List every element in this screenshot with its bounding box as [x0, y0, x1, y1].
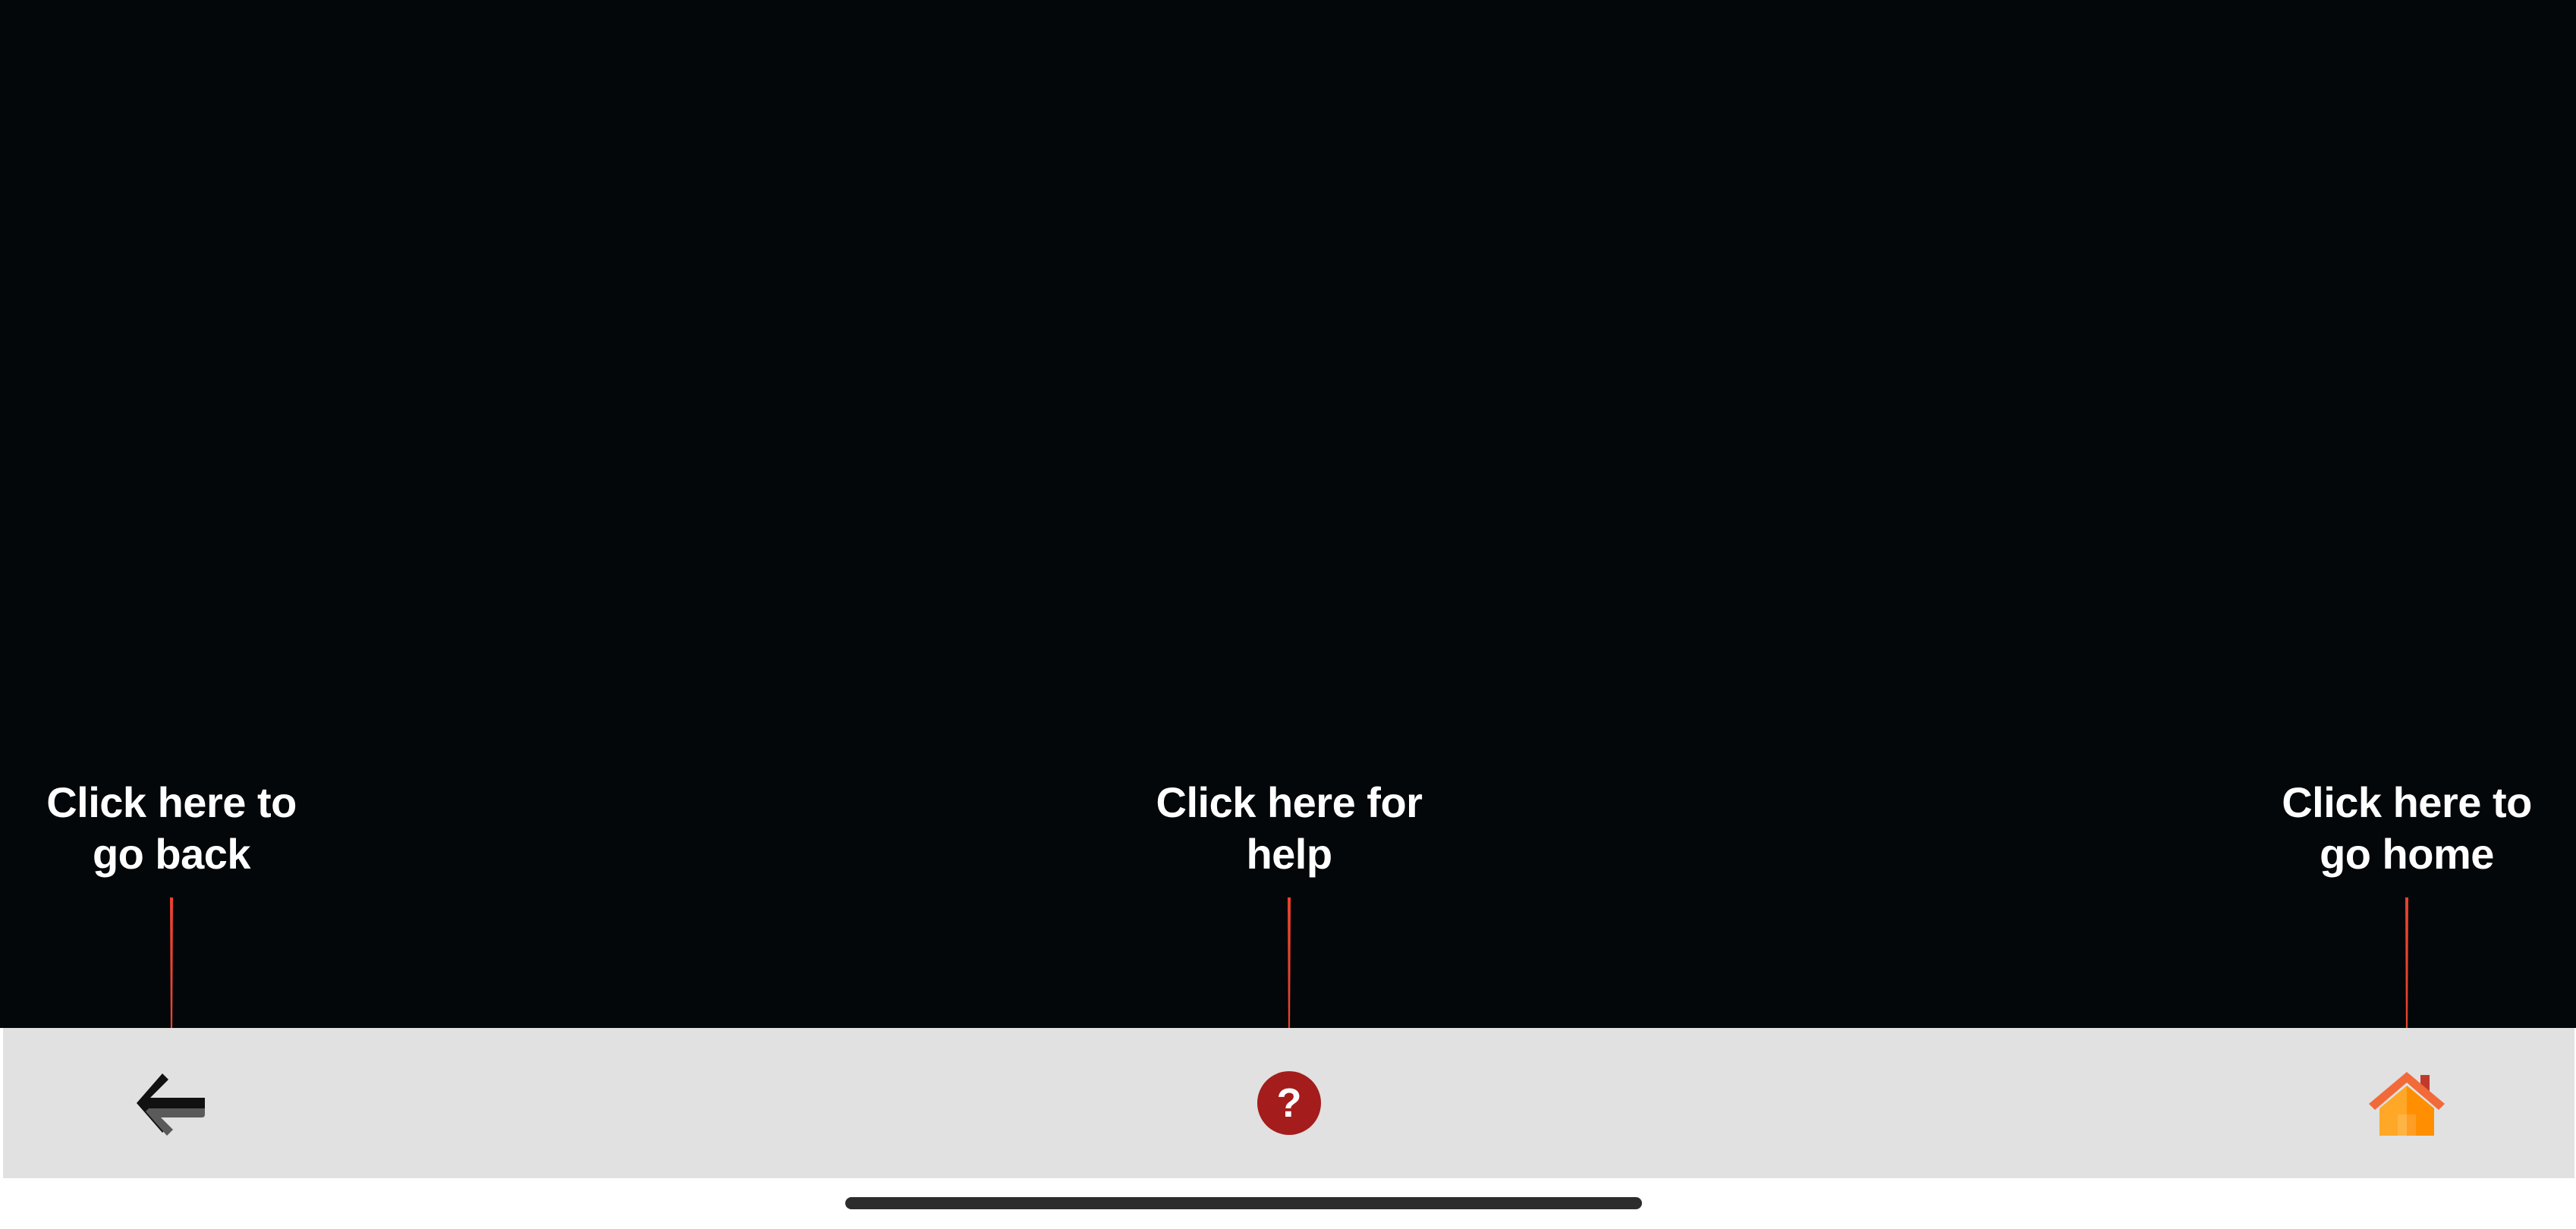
help-hint-line-1: Click here for [1156, 778, 1423, 826]
help-glyph: ? [1277, 1080, 1302, 1126]
content-area: Click here to go back Click here for hel… [0, 0, 2576, 1052]
help-hint-line-2: help [1246, 830, 1332, 878]
home-hint-line-2: go home [2320, 830, 2494, 878]
help-button[interactable]: ? [1244, 1058, 1335, 1149]
back-arrow-icon [137, 1073, 205, 1136]
back-hint-line-2: go back [92, 830, 251, 878]
home-hint-label: Click here to go home [2255, 777, 2559, 880]
question-mark-icon: ? [1257, 1071, 1321, 1135]
house-icon [2369, 1072, 2445, 1136]
help-hint-label: Click here for help [1137, 777, 1441, 880]
back-hint-line-1: Click here to [46, 778, 297, 826]
home-indicator-bar[interactable] [845, 1197, 1642, 1209]
bottom-toolbar: ? [3, 1028, 2574, 1178]
home-button[interactable] [2361, 1058, 2452, 1149]
home-hint-line-1: Click here to [2282, 778, 2532, 826]
back-button[interactable] [126, 1058, 217, 1149]
back-hint-label: Click here to go back [20, 777, 323, 880]
app-screen: Click here to go back Click here for hel… [0, 0, 2576, 1229]
